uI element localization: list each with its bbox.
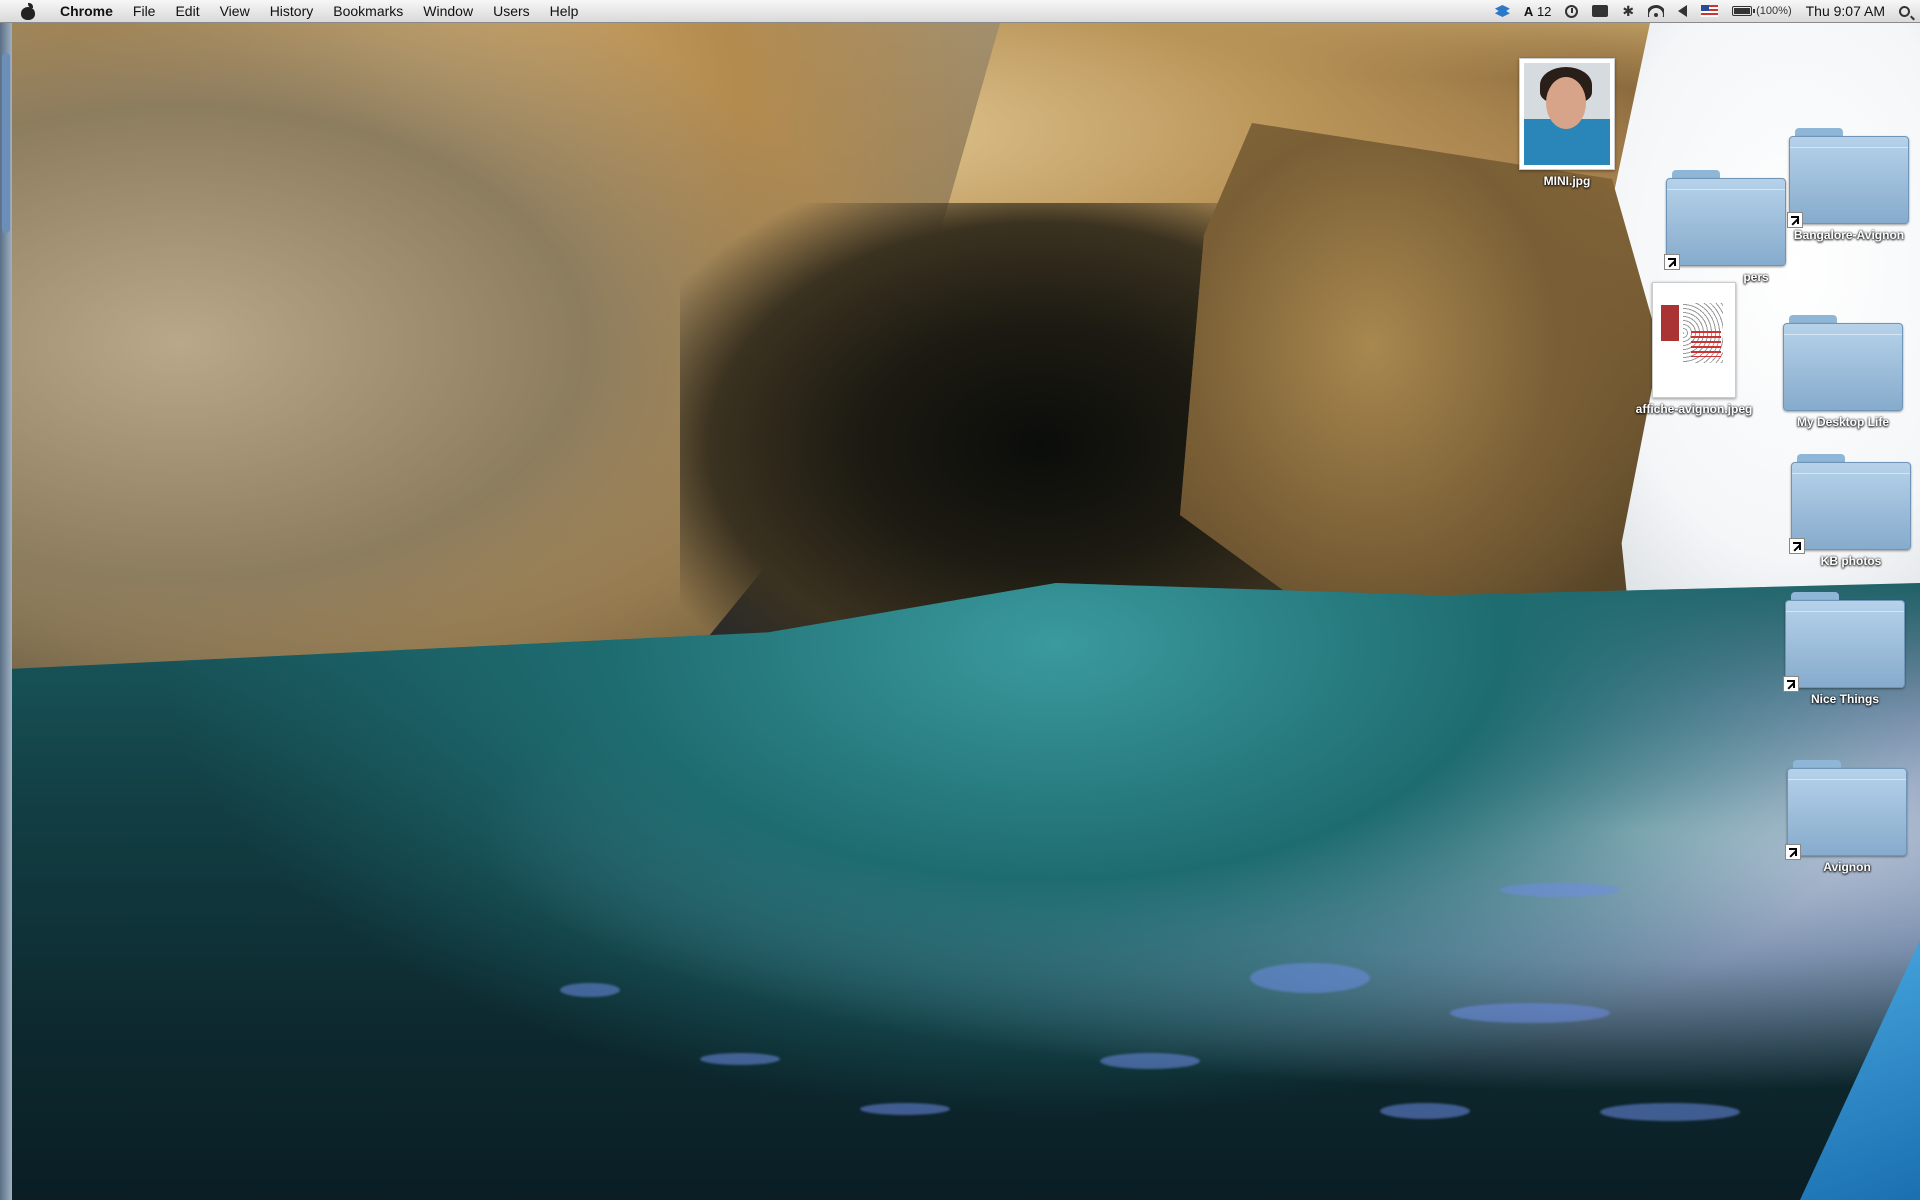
water-ripple xyxy=(700,1053,780,1065)
icon-label: Avignon xyxy=(1823,860,1871,874)
water-ripple xyxy=(560,983,620,997)
poster-thumbnail-icon xyxy=(1652,282,1736,398)
alias-arrow-icon xyxy=(1783,676,1799,692)
icon-label: KB photos xyxy=(1820,554,1882,568)
battery-icon xyxy=(1732,6,1756,16)
desktop-icon-avignon[interactable]: Avignon xyxy=(1777,760,1917,876)
icon-label: Bangalore-Avignon xyxy=(1793,228,1905,242)
time-machine-icon[interactable] xyxy=(1565,4,1579,18)
menu-help[interactable]: Help xyxy=(540,0,589,22)
icon-label: affiche-avignon.jpeg xyxy=(1635,402,1753,416)
status-menus: A 12 ✱ (100%) Thu 9:07 AM xyxy=(1494,0,1910,22)
water-ripple xyxy=(1100,1053,1200,1069)
adobe-status[interactable]: A 12 xyxy=(1524,4,1551,19)
desktop-icon-kb-photos[interactable]: KB photos xyxy=(1781,454,1920,570)
battery-percent: (100%) xyxy=(1756,5,1792,17)
menu-history[interactable]: History xyxy=(260,0,324,22)
bluetooth-icon[interactable]: ✱ xyxy=(1622,3,1634,20)
icon-label: MINI.jpg xyxy=(1543,174,1591,188)
menu-bookmarks[interactable]: Bookmarks xyxy=(323,0,413,22)
water-ripple xyxy=(1600,1103,1740,1121)
icon-label: Nice Things xyxy=(1810,692,1879,706)
menubar-clock[interactable]: Thu 9:07 AM xyxy=(1806,3,1885,19)
menu-app-name[interactable]: Chrome xyxy=(50,0,123,22)
folder-icon xyxy=(1789,454,1911,554)
adobe-count: 12 xyxy=(1536,3,1552,19)
water-ripple xyxy=(1450,1003,1610,1023)
alias-arrow-icon xyxy=(1664,254,1680,270)
icon-label: My Desktop Life xyxy=(1796,415,1889,429)
volume-icon[interactable] xyxy=(1678,5,1688,17)
desktop-icon-mini-jpg[interactable]: MINI.jpg xyxy=(1497,58,1637,190)
folder-icon xyxy=(1664,170,1786,270)
desktop-wallpaper xyxy=(0,23,1920,1200)
desktop-icon-bangalore-avignon[interactable]: Bangalore-Avignon xyxy=(1779,128,1919,244)
water-ripple xyxy=(860,1103,950,1115)
desktop-icon-my-desktop-life[interactable]: My Desktop Life xyxy=(1773,315,1913,431)
left-edge-thumb[interactable] xyxy=(2,53,10,233)
desktop-icon-pers[interactable]: pers xyxy=(1656,170,1796,286)
left-edge-strip xyxy=(0,23,12,1200)
desktop-icon-nice-things[interactable]: Nice Things xyxy=(1775,592,1915,708)
alias-arrow-icon xyxy=(1789,538,1805,554)
water-ripple xyxy=(1500,883,1620,897)
dropbox-icon[interactable] xyxy=(1494,5,1510,17)
wallpaper-water xyxy=(0,583,1920,1200)
alias-arrow-icon xyxy=(1785,844,1801,860)
display-icon[interactable] xyxy=(1592,5,1609,17)
desktop-icon-affiche-avignon[interactable]: affiche-avignon.jpeg xyxy=(1624,282,1764,418)
input-source-flag-icon[interactable] xyxy=(1701,5,1719,17)
folder-icon xyxy=(1785,760,1907,860)
battery-status[interactable]: (100%) xyxy=(1732,5,1792,17)
menu-edit[interactable]: Edit xyxy=(165,0,209,22)
menu-users[interactable]: Users xyxy=(483,0,540,22)
folder-icon xyxy=(1787,128,1909,228)
water-ripple xyxy=(1250,963,1370,993)
menu-window[interactable]: Window xyxy=(413,0,483,22)
wifi-icon[interactable] xyxy=(1648,5,1665,17)
folder-icon xyxy=(1783,315,1903,411)
menu-file[interactable]: File xyxy=(123,0,166,22)
menu-view[interactable]: View xyxy=(210,0,260,22)
spotlight-search-icon[interactable] xyxy=(1899,5,1910,17)
menu-bar: Chrome File Edit View History Bookmarks … xyxy=(0,0,1920,23)
image-thumbnail-icon xyxy=(1519,58,1615,170)
apple-menu-icon[interactable] xyxy=(20,2,36,20)
folder-icon xyxy=(1783,592,1905,692)
water-ripple xyxy=(1380,1103,1470,1119)
